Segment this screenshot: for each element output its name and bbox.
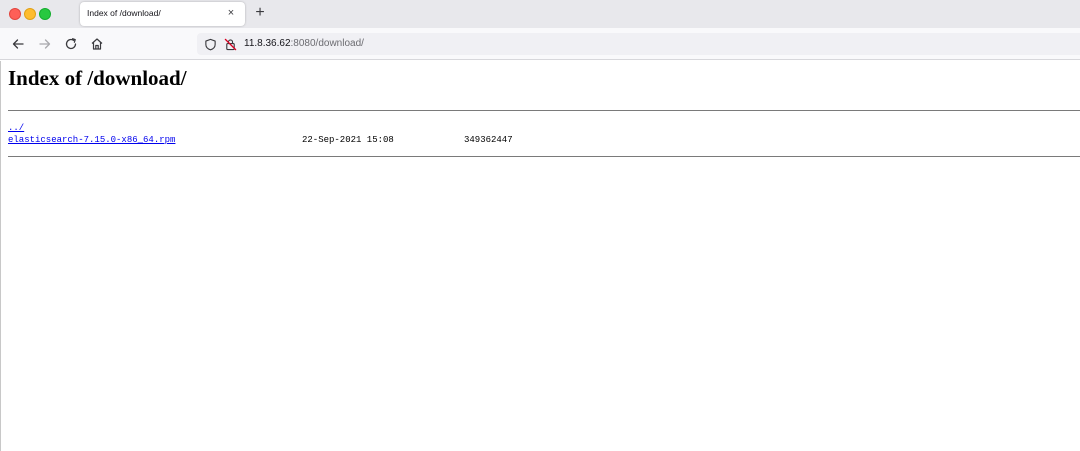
address-bar[interactable]: 11.8.36.62:8080/download/ xyxy=(197,33,1080,55)
url-port-path: :8080/download/ xyxy=(290,38,364,49)
file-listing: ../ elasticsearch-7.15.0-x86_64.rpm 22-S… xyxy=(8,122,513,146)
bottom-divider xyxy=(8,156,1080,157)
insecure-lock-icon[interactable] xyxy=(223,37,237,51)
new-tab-button[interactable]: + xyxy=(251,4,269,22)
url-text[interactable]: 11.8.36.62:8080/download/ xyxy=(244,38,364,49)
active-tab[interactable]: Index of /download/ × xyxy=(80,2,245,26)
home-icon[interactable] xyxy=(89,36,105,52)
window-zoom-button[interactable] xyxy=(39,8,51,20)
url-host: 11.8.36.62 xyxy=(244,38,291,49)
window-minimize-button[interactable] xyxy=(24,8,36,20)
parent-directory-link[interactable]: ../ xyxy=(8,123,24,133)
navigation-toolbar: 11.8.36.62:8080/download/ xyxy=(0,28,1080,60)
page-content: Index of /download/ ../ elasticsearch-7.… xyxy=(0,61,1080,451)
shield-icon[interactable] xyxy=(203,37,217,51)
tab-title: Index of /download/ xyxy=(87,8,161,18)
file-size: 349362447 xyxy=(464,135,513,145)
file-link[interactable]: elasticsearch-7.15.0-x86_64.rpm xyxy=(8,135,175,145)
top-divider xyxy=(8,110,1080,111)
tab-strip: Index of /download/ × + xyxy=(0,0,1080,28)
tab-close-icon[interactable]: × xyxy=(224,6,238,20)
window-close-button[interactable] xyxy=(9,8,21,20)
file-date: 22-Sep-2021 15:08 xyxy=(302,135,394,145)
list-item: ../ xyxy=(8,122,175,134)
page-title: Index of /download/ xyxy=(8,66,187,90)
reload-icon[interactable] xyxy=(63,36,79,52)
forward-arrow-icon[interactable] xyxy=(37,36,53,52)
back-arrow-icon[interactable] xyxy=(10,36,26,52)
list-item: elasticsearch-7.15.0-x86_64.rpm 22-Sep-2… xyxy=(8,134,513,146)
